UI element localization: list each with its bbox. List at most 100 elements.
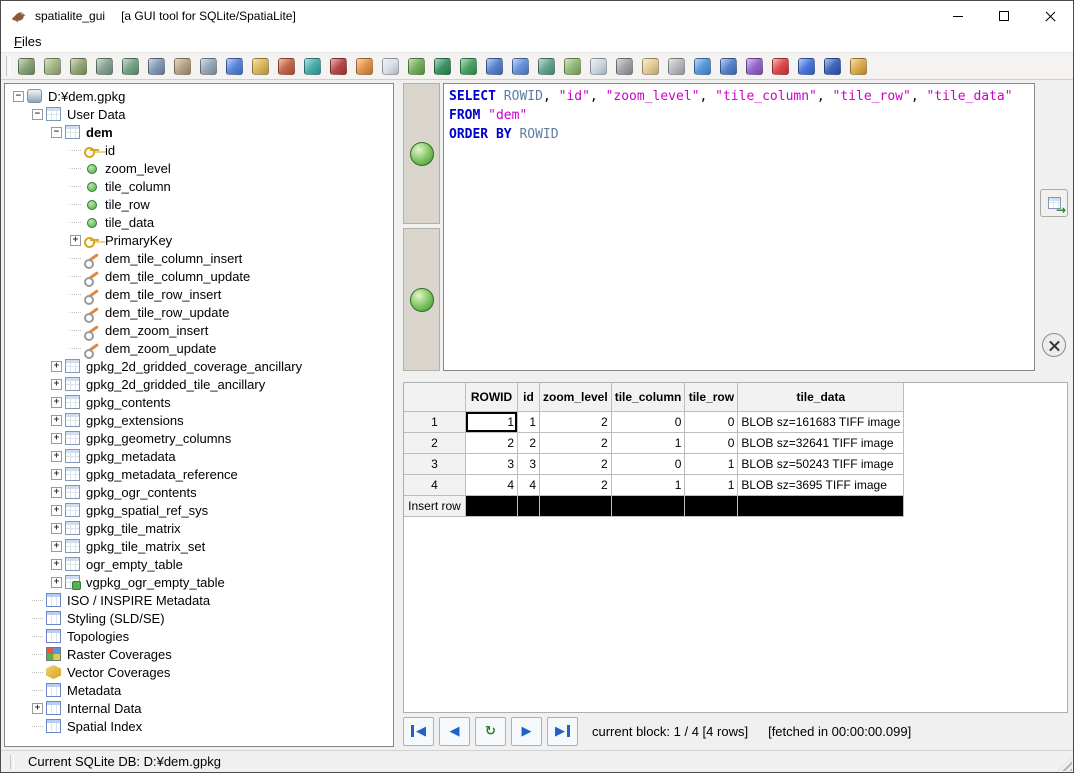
- tree-node-dem-zoom-insert[interactable]: dem_zoom_insert: [5, 321, 393, 341]
- column-header-tile-data[interactable]: tile_data: [737, 383, 905, 412]
- column-header-rowid[interactable]: ROWID: [465, 383, 518, 412]
- load-dxf-button[interactable]: [430, 54, 454, 78]
- sql-log-button[interactable]: [664, 54, 688, 78]
- tree-node-user-data[interactable]: − User Data: [5, 105, 393, 123]
- load-txt-csv-button[interactable]: [482, 54, 506, 78]
- expand-icon[interactable]: +: [51, 360, 62, 372]
- cell-2-tile-row[interactable]: 0: [684, 432, 739, 454]
- expand-icon[interactable]: +: [51, 540, 62, 552]
- maximize-button[interactable]: [981, 1, 1027, 31]
- cell-2-rowid[interactable]: 2: [465, 432, 518, 454]
- cell-4-rowid[interactable]: 4: [465, 474, 518, 496]
- refresh-rowset-button[interactable]: ↻: [475, 716, 506, 746]
- tree-node-gpkg-2d-gridded-tile-ancillary[interactable]: + gpkg_2d_gridded_tile_ancillary: [5, 375, 393, 393]
- connect-db-button[interactable]: [14, 54, 38, 78]
- insert-cell-zoom-level[interactable]: [539, 495, 612, 517]
- column-header-tile-row[interactable]: tile_row: [684, 383, 739, 412]
- insert-cell-tile-data[interactable]: [737, 495, 905, 517]
- search-entity-button[interactable]: [690, 54, 714, 78]
- tree-node-dem-tile-row-update[interactable]: dem_tile_row_update: [5, 303, 393, 323]
- collapse-icon[interactable]: −: [51, 126, 62, 138]
- cell-4-tile-data[interactable]: BLOB sz=3695 TIFF image: [737, 474, 905, 496]
- row-label[interactable]: 2: [404, 432, 466, 454]
- virtual-dbf-button[interactable]: [560, 54, 584, 78]
- tree-node-gpkg-ogr-contents[interactable]: + gpkg_ogr_contents: [5, 483, 393, 501]
- insert-cell-tile-column[interactable]: [610, 495, 686, 517]
- about-button[interactable]: [820, 54, 844, 78]
- help-button[interactable]: [794, 54, 818, 78]
- tree-node-ogr-empty-table[interactable]: + ogr_empty_table: [5, 555, 393, 573]
- tree-node-gpkg-metadata-reference[interactable]: + gpkg_metadata_reference: [5, 465, 393, 483]
- previous-block-button[interactable]: ◀: [439, 716, 470, 746]
- expand-icon[interactable]: +: [51, 414, 62, 426]
- tree-node-gpkg-contents[interactable]: + gpkg_contents: [5, 393, 393, 411]
- minimize-button[interactable]: [935, 1, 981, 31]
- menu-files[interactable]: Files: [6, 33, 49, 50]
- clear-sql-button[interactable]: [1042, 333, 1066, 357]
- exit-button[interactable]: [846, 54, 870, 78]
- execute-sql-button[interactable]: [409, 141, 434, 166]
- cell-2-id[interactable]: 2: [517, 432, 540, 454]
- next-block-button[interactable]: ▶: [511, 716, 542, 746]
- expand-icon[interactable]: +: [51, 432, 62, 444]
- tree-node-gpkg-2d-gridded-coverage-ancillary[interactable]: + gpkg_2d_gridded_coverage_ancillary: [5, 357, 393, 375]
- load-memory-db-button[interactable]: [118, 54, 142, 78]
- tree-node-styling-sld-se[interactable]: Styling (SLD/SE): [5, 609, 393, 627]
- tree-node-vgpkg-ogr-empty-table[interactable]: + vgpkg_ogr_empty_table: [5, 573, 393, 591]
- insert-cell-rowid[interactable]: [465, 495, 518, 517]
- tree-node-zoom-level[interactable]: zoom_level: [5, 159, 393, 177]
- insert-cell-tile-row[interactable]: [684, 495, 739, 517]
- query-composer-button[interactable]: [248, 54, 272, 78]
- virtual-dxf-button[interactable]: [456, 54, 480, 78]
- cell-3-tile-row[interactable]: 1: [684, 453, 739, 475]
- tree-node-topologies[interactable]: Topologies: [5, 627, 393, 645]
- expand-icon[interactable]: +: [51, 378, 62, 390]
- load-xlsx-button[interactable]: [586, 54, 610, 78]
- language-button[interactable]: [742, 54, 766, 78]
- expand-icon[interactable]: +: [32, 702, 43, 714]
- expand-icon[interactable]: +: [51, 486, 62, 498]
- tree-node-primarykey[interactable]: + PrimaryKey: [5, 231, 393, 249]
- tree-node-dem-tile-column-insert[interactable]: dem_tile_column_insert: [5, 249, 393, 269]
- tree-node-raster-coverages[interactable]: Raster Coverages: [5, 645, 393, 663]
- vacuum-db-button[interactable]: [274, 54, 298, 78]
- first-row-button[interactable]: ◀: [403, 716, 434, 746]
- collapse-icon[interactable]: −: [13, 90, 24, 102]
- expand-icon[interactable]: +: [51, 468, 62, 480]
- insert-cell-id[interactable]: [517, 495, 540, 517]
- disconnect-db-button[interactable]: [66, 54, 90, 78]
- expand-icon[interactable]: +: [51, 558, 62, 570]
- row-label[interactable]: 1: [404, 411, 466, 433]
- cell-1-zoom-level[interactable]: 2: [539, 411, 612, 433]
- column-header-zoom-level[interactable]: zoom_level: [539, 383, 612, 412]
- dump-shapefile-button[interactable]: [638, 54, 662, 78]
- column-header-tile-column[interactable]: tile_column: [610, 383, 686, 412]
- expand-icon[interactable]: +: [51, 396, 62, 408]
- cell-3-tile-column[interactable]: 0: [610, 453, 686, 475]
- cell-3-zoom-level[interactable]: 2: [539, 453, 612, 475]
- resize-grip[interactable]: [1058, 757, 1072, 771]
- tree-node-gpkg-metadata[interactable]: + gpkg_metadata: [5, 447, 393, 465]
- row-label[interactable]: 4: [404, 474, 466, 496]
- toolbar-grip[interactable]: [6, 56, 10, 76]
- collapse-icon[interactable]: −: [32, 108, 43, 120]
- tree-node-spatial-index[interactable]: Spatial Index: [5, 717, 393, 735]
- cell-3-rowid[interactable]: 3: [465, 453, 518, 475]
- cell-3-id[interactable]: 3: [517, 453, 540, 475]
- tree-node-tile-column[interactable]: tile_column: [5, 177, 393, 195]
- tree-node-dem-tile-column-update[interactable]: dem_tile_column_update: [5, 267, 393, 287]
- wfs-catalog-button[interactable]: [612, 54, 636, 78]
- cell-1-tile-row[interactable]: 0: [684, 411, 739, 433]
- expand-icon[interactable]: +: [51, 450, 62, 462]
- tree-node-internal-data[interactable]: + Internal Data: [5, 699, 393, 717]
- insert-row-label[interactable]: Insert row: [404, 495, 466, 517]
- sql-script-button[interactable]: [222, 54, 246, 78]
- execute-sql-alt-button[interactable]: [409, 287, 434, 312]
- load-shapefile-button[interactable]: [378, 54, 402, 78]
- cell-4-tile-row[interactable]: 1: [684, 474, 739, 496]
- tree-node-gpkg-tile-matrix-set[interactable]: + gpkg_tile_matrix_set: [5, 537, 393, 555]
- last-row-button[interactable]: ▶: [547, 716, 578, 746]
- cell-4-tile-column[interactable]: 1: [610, 474, 686, 496]
- expand-icon[interactable]: +: [51, 504, 62, 516]
- cell-1-id[interactable]: 1: [517, 411, 540, 433]
